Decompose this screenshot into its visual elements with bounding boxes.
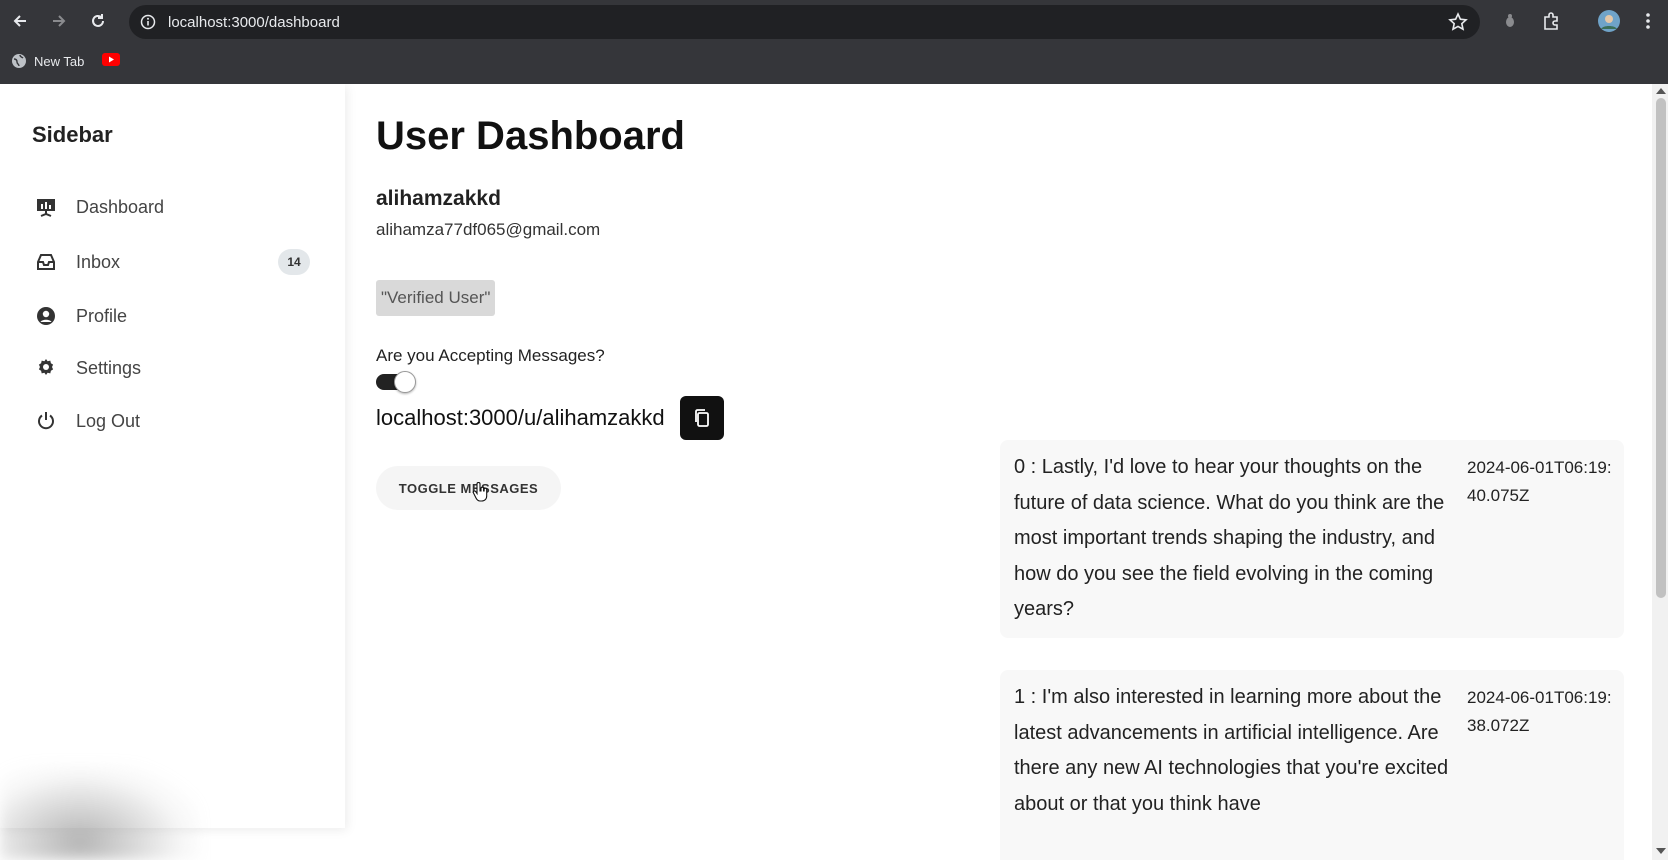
address-bar[interactable]: localhost:3000/dashboard bbox=[129, 5, 1480, 39]
sidebar-item-inbox[interactable]: Inbox 14 bbox=[30, 242, 310, 282]
extensions-puzzle-icon[interactable] bbox=[1540, 10, 1562, 32]
dashboard-icon bbox=[30, 195, 64, 219]
copy-link-button[interactable] bbox=[680, 396, 724, 440]
sidebar-title: Sidebar bbox=[32, 122, 113, 147]
message-card: 1 : I'm also interested in learning more… bbox=[1000, 670, 1624, 860]
back-arrow-icon[interactable] bbox=[8, 9, 32, 33]
profile-avatar-icon[interactable] bbox=[1597, 9, 1621, 33]
sidebar-item-label: Inbox bbox=[76, 251, 121, 272]
power-icon bbox=[30, 409, 64, 433]
scrollbar-thumb[interactable] bbox=[1656, 98, 1666, 598]
inbox-icon bbox=[30, 250, 64, 274]
toggle-messages-button[interactable]: TOGGLE MESSAGES bbox=[376, 466, 561, 510]
hand-cursor-icon bbox=[472, 482, 488, 502]
username: alihamzakkd bbox=[376, 187, 501, 210]
profile-icon bbox=[30, 304, 64, 328]
forward-arrow-icon[interactable] bbox=[47, 9, 71, 33]
sidebar-item-settings[interactable]: Settings bbox=[30, 348, 310, 388]
verified-badge: "Verified User" bbox=[376, 280, 496, 316]
page-title: User Dashboard bbox=[376, 114, 685, 158]
sidebar: Sidebar Dashboard Inbox 14 Profile Setti… bbox=[0, 84, 345, 860]
accepting-messages-label: Are you Accepting Messages? bbox=[376, 346, 605, 365]
bookmarks-bar: New Tab bbox=[0, 43, 1668, 84]
browser-toolbar: localhost:3000/dashboard bbox=[0, 0, 1668, 43]
globe-icon bbox=[12, 54, 26, 68]
sidebar-item-label: Log Out bbox=[76, 410, 141, 431]
gear-icon bbox=[30, 356, 64, 380]
switch-thumb bbox=[394, 371, 416, 393]
sidebar-item-label: Settings bbox=[76, 357, 142, 378]
message-text: 1 : I'm also interested in learning more… bbox=[1014, 686, 1449, 815]
youtube-icon bbox=[102, 53, 120, 66]
main-content: User Dashboard alihamzakkd alihamza77df0… bbox=[376, 84, 1631, 860]
extension-pin-icon[interactable] bbox=[1499, 10, 1521, 32]
bookmark-label: New Tab bbox=[34, 53, 85, 69]
copy-icon bbox=[695, 409, 709, 427]
page-scrollbar[interactable] bbox=[1652, 84, 1668, 860]
sidebar-item-logout[interactable]: Log Out bbox=[30, 401, 310, 441]
bookmark-youtube[interactable] bbox=[102, 53, 120, 66]
sidebar-item-label: Dashboard bbox=[76, 196, 165, 217]
info-icon[interactable] bbox=[139, 13, 157, 31]
user-email: alihamza77df065@gmail.com bbox=[376, 220, 601, 239]
menu-kebab-icon[interactable] bbox=[1637, 10, 1659, 32]
page-content: Sidebar Dashboard Inbox 14 Profile Setti… bbox=[0, 84, 1668, 860]
url-text[interactable]: localhost:3000/dashboard bbox=[168, 14, 340, 31]
message-card: 0 : Lastly, I'd love to hear your though… bbox=[1000, 440, 1624, 638]
scroll-down-arrow-icon[interactable] bbox=[1656, 848, 1666, 854]
inbox-count-badge: 14 bbox=[278, 249, 310, 275]
bookmark-star-icon[interactable] bbox=[1448, 12, 1468, 32]
accepting-messages-switch[interactable] bbox=[376, 371, 416, 393]
reload-icon[interactable] bbox=[86, 9, 110, 33]
blurred-region bbox=[0, 764, 200, 860]
scroll-up-arrow-icon[interactable] bbox=[1656, 88, 1666, 94]
sidebar-item-profile[interactable]: Profile bbox=[30, 296, 310, 336]
message-date: 2024-06-01T06:19:40.075Z bbox=[1467, 458, 1612, 505]
sidebar-item-label: Profile bbox=[76, 305, 128, 326]
sidebar-item-dashboard[interactable]: Dashboard bbox=[30, 187, 310, 227]
bookmark-new-tab[interactable]: New Tab bbox=[11, 53, 84, 69]
profile-link: localhost:3000/u/alihamzakkd bbox=[376, 405, 665, 430]
message-text: 0 : Lastly, I'd love to hear your though… bbox=[1014, 456, 1445, 620]
message-date: 2024-06-01T06:19:38.072Z bbox=[1467, 688, 1612, 735]
